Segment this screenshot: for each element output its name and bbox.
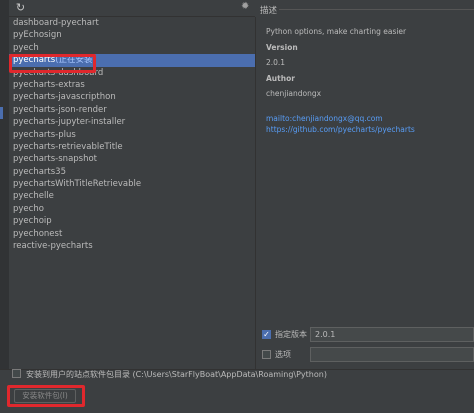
version-value: 2.0.1: [266, 58, 286, 67]
options-label: 选项: [275, 350, 291, 359]
description-panel: 描述 Python options, make charting easier …: [257, 0, 474, 322]
package-name: pyecharts-json-render: [13, 104, 107, 115]
highlight-install-button: [7, 385, 85, 407]
package-name: pyecharts-jupyter-installer: [13, 117, 126, 128]
package-list-item[interactable]: pyecharts-retrievableTitle: [9, 141, 255, 153]
version-label: Version: [266, 43, 298, 52]
package-list-item[interactable]: dashboard-pyechart: [9, 17, 255, 29]
package-name: pyecharts-extras: [13, 79, 85, 90]
package-list-item[interactable]: reactive-pyecharts: [9, 240, 255, 252]
author-value: chenjiandongx: [266, 89, 322, 98]
specify-version-row: ✓ 指定版本 2.0.1: [260, 327, 474, 343]
package-list-item[interactable]: pyechonest: [9, 228, 255, 240]
version-select[interactable]: 2.0.1: [310, 327, 474, 342]
package-name: dashboard-pyechart: [13, 18, 99, 28]
author-label: Author: [266, 74, 295, 83]
package-list-item[interactable]: pyecharts-snapshot: [9, 153, 255, 165]
specify-version-checkbox[interactable]: ✓: [262, 330, 271, 339]
package-list-item[interactable]: pyecho: [9, 203, 255, 215]
package-name: pyechartsWithTitleRetrievable: [13, 179, 142, 190]
specify-version-label: 指定版本: [275, 330, 307, 339]
package-list-item[interactable]: pyecharts-extras: [9, 79, 255, 91]
package-name: pyechonest: [13, 228, 63, 239]
package-list-item[interactable]: pyecharts-javascripthon: [9, 91, 255, 103]
package-name: pyecharts-snapshot: [13, 154, 98, 165]
user-site-label: 安装到用户的站点软件包目录 (C:\Users\StarFlyBoat\AppD…: [26, 370, 327, 379]
package-list-item[interactable]: pyechelle: [9, 190, 255, 202]
package-name: reactive-pyecharts: [13, 241, 93, 252]
package-list-item[interactable]: pyecharts35: [9, 166, 255, 178]
package-name: pyecharts35: [13, 166, 66, 177]
package-name: pyechoip: [13, 216, 52, 227]
email-link[interactable]: mailto:chenjiandongx@qq.com: [266, 113, 471, 124]
package-name: pyEchosign: [13, 30, 62, 41]
package-name: pyecharts-plus: [13, 129, 76, 140]
options-row: 选项: [260, 347, 474, 363]
package-toolbar: ↻ ✹: [9, 0, 255, 17]
package-list-item[interactable]: pyech: [9, 42, 255, 54]
loading-spinner-icon: ✹: [241, 1, 250, 12]
package-name: pyechelle: [13, 191, 54, 202]
package-name: pyecharts-javascripthon: [13, 92, 116, 103]
refresh-icon[interactable]: ↻: [14, 1, 27, 14]
package-list-item[interactable]: pyEchosign: [9, 29, 255, 41]
description-header-rule: [279, 9, 474, 10]
package-summary: Python options, make charting easier: [266, 27, 407, 36]
description-header: 描述: [260, 6, 278, 16]
package-list-item[interactable]: pyechartsWithTitleRetrievable: [9, 178, 255, 190]
description-body: Python options, make charting easier Ver…: [266, 26, 471, 135]
package-name: pyecho: [13, 203, 44, 214]
package-name: pyech: [13, 42, 39, 53]
user-site-checkbox[interactable]: [12, 369, 21, 378]
options-checkbox[interactable]: [262, 350, 271, 359]
package-list-item[interactable]: pyecharts-plus: [9, 129, 255, 141]
highlight-selected-package: [9, 54, 96, 73]
tool-strip-marker: [0, 107, 3, 119]
package-name: pyecharts-retrievableTitle: [13, 141, 123, 152]
repo-link[interactable]: https://github.com/pyecharts/pyecharts: [266, 124, 471, 135]
package-list-item[interactable]: pyecharts-jupyter-installer: [9, 116, 255, 128]
options-input[interactable]: [310, 347, 474, 362]
package-list-item[interactable]: pyechoip: [9, 215, 255, 227]
package-list-item[interactable]: pyecharts-json-render: [9, 104, 255, 116]
